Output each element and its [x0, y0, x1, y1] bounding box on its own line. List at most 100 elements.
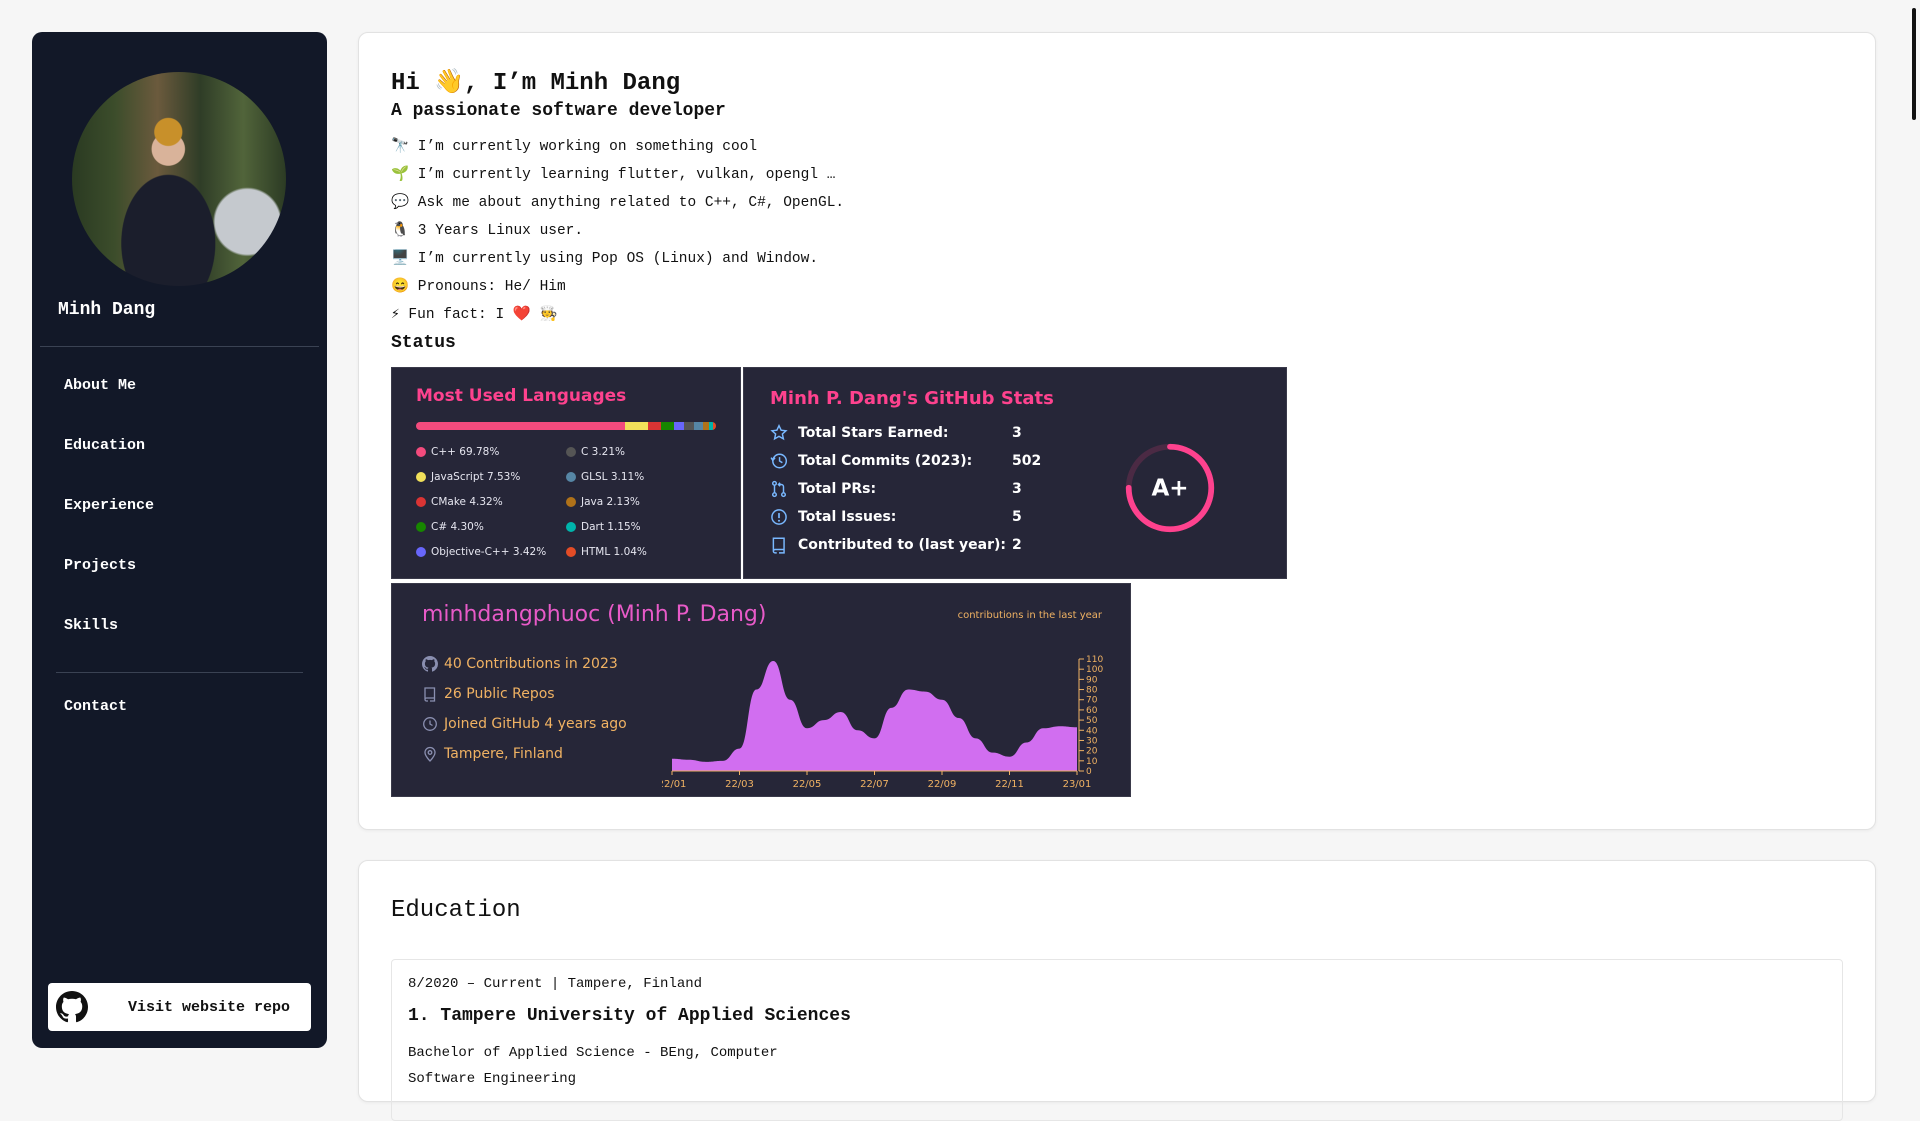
language-item: CMake 4.32%	[416, 496, 503, 508]
education-degree: Bachelor of Applied Science - BEng, Comp…	[408, 1040, 808, 1092]
page-scrollbar[interactable]	[1912, 8, 1916, 120]
language-label: Dart 1.15%	[581, 521, 641, 533]
language-label: C 3.21%	[581, 446, 626, 458]
language-item: GLSL 3.11%	[566, 471, 644, 483]
contrib-text: Tampere, Finland	[444, 746, 563, 762]
contributions-chart: contributions in the last year 22/01 22/0…	[662, 610, 1103, 789]
y-tick-label: 30	[1086, 736, 1098, 746]
language-item: HTML 1.04%	[566, 546, 647, 558]
nav-skills[interactable]: Skills	[64, 617, 118, 634]
languages-title: Most Used Languages	[416, 386, 627, 406]
contrib-text: Joined GitHub 4 years ago	[444, 716, 627, 732]
stat-label: Contributed to (last year):	[798, 537, 1007, 553]
repo-icon	[772, 537, 785, 554]
stat-label: Total Issues:	[798, 509, 897, 525]
x-tick-label: 23/01	[1063, 779, 1092, 789]
y-tick-label: 0	[1086, 767, 1092, 777]
language-item: C++ 69.78%	[416, 446, 499, 458]
education-entry: 8/2020 – Current | Tampere, Finland 1. T…	[391, 959, 1843, 1121]
tagline: A passionate software developer	[391, 101, 726, 121]
language-bar-segment	[712, 422, 716, 430]
nav-about-me[interactable]: About Me	[64, 377, 136, 394]
y-tick-label: 50	[1086, 716, 1098, 726]
language-bar-segment	[660, 422, 674, 430]
star-icon	[770, 424, 788, 441]
y-tick-label: 110	[1086, 655, 1103, 665]
language-label: C# 4.30%	[431, 521, 484, 533]
contrib-item: 26 Public Repos	[422, 686, 555, 702]
x-tick-label: 22/01	[662, 779, 686, 789]
y-tick-label: 20	[1086, 747, 1098, 757]
about-list: 🔭 I’m currently working on something coo…	[391, 133, 844, 329]
language-dot	[416, 472, 426, 482]
y-tick-label: 90	[1086, 675, 1098, 685]
y-tick-label: 70	[1086, 696, 1098, 706]
language-dot	[416, 522, 426, 532]
education-degree-line: Bachelor of Applied Science - BEng, Comp…	[408, 1045, 778, 1061]
sidebar-name: Minh Dang	[58, 300, 156, 320]
language-item: Java 2.13%	[566, 496, 640, 508]
education-heading: Education	[391, 897, 521, 924]
language-label: C++ 69.78%	[431, 446, 500, 458]
language-label: CMake 4.32%	[431, 496, 503, 508]
github-stats-card: Minh P. Dang's GitHub Stats Total Stars …	[743, 367, 1287, 579]
about-item: 🐧 3 Years Linux user.	[391, 223, 584, 239]
github-icon	[422, 656, 438, 672]
nav-contact[interactable]: Contact	[64, 698, 127, 715]
language-dot	[566, 547, 576, 557]
y-tick-label: 80	[1086, 686, 1098, 696]
stat-label: Total Commits (2023):	[798, 453, 973, 469]
education-school: 1. Tampere University of Applied Science…	[408, 1006, 851, 1026]
nav-education[interactable]: Education	[64, 437, 145, 454]
y-tick-label: 60	[1086, 706, 1098, 716]
sidebar-divider	[56, 672, 303, 673]
contrib-item: 40 Contributions in 2023	[422, 656, 618, 672]
education-card: Education 8/2020 – Current | Tampere, Fi…	[358, 860, 1876, 1121]
language-dot	[566, 497, 576, 507]
language-dot	[416, 547, 426, 557]
stat-row: Total PRs: 3	[770, 480, 1022, 498]
contrib-text: 26 Public Repos	[444, 686, 555, 702]
history-icon	[770, 453, 788, 469]
language-dot	[416, 497, 426, 507]
nav-projects[interactable]: Projects	[64, 557, 136, 574]
clock-icon	[423, 717, 437, 731]
x-tick-label: 22/05	[793, 779, 822, 789]
stats-title: Minh P. Dang's GitHub Stats	[770, 388, 1054, 409]
stat-value: 3	[1012, 425, 1022, 441]
x-tick-label: 22/11	[995, 779, 1024, 789]
stat-label: Total PRs:	[798, 481, 877, 497]
language-dot	[566, 447, 576, 457]
grade-text: A+	[1151, 476, 1188, 502]
contrib-text: 40 Contributions in 2023	[444, 656, 618, 672]
language-bar-segment	[625, 422, 648, 430]
y-tick-label: 10	[1086, 757, 1098, 767]
x-tick-label: 22/07	[860, 779, 889, 789]
language-bar-segment	[684, 422, 694, 430]
language-dot	[566, 472, 576, 482]
education-degree-line: Software Engineering	[408, 1071, 577, 1087]
chart-subtitle: contributions in the last year	[958, 610, 1103, 621]
contrib-item: Tampere, Finland	[422, 746, 563, 762]
language-bar-segment	[416, 422, 626, 430]
about-item: 🌱 I’m currently learning flutter, vulkan…	[391, 167, 836, 183]
language-label: Objective-C++ 3.42%	[431, 546, 547, 558]
language-bar-segment	[693, 422, 703, 430]
grade-ring: A+	[1125, 443, 1215, 533]
stat-value: 5	[1012, 509, 1022, 525]
nav-experience[interactable]: Experience	[64, 497, 154, 514]
github-icon	[56, 991, 88, 1023]
visit-repo-button[interactable]: Visit website repo	[48, 983, 311, 1031]
language-label: Java 2.13%	[581, 496, 640, 508]
language-label: GLSL 3.11%	[581, 471, 645, 483]
about-item: ⚡ Fun fact: I ❤️ 🧑‍🍳	[391, 307, 558, 323]
language-bar-segment	[647, 422, 661, 430]
languages-card: Most Used Languages C++ 69.78% JavaScript…	[391, 367, 741, 579]
y-tick-label: 100	[1086, 665, 1103, 675]
language-dot	[566, 522, 576, 532]
language-dot	[416, 447, 426, 457]
contrib-item: Joined GitHub 4 years ago	[422, 716, 627, 732]
x-tick-label: 22/03	[725, 779, 754, 789]
contributions-area	[672, 661, 1077, 771]
issue-icon	[771, 509, 787, 525]
